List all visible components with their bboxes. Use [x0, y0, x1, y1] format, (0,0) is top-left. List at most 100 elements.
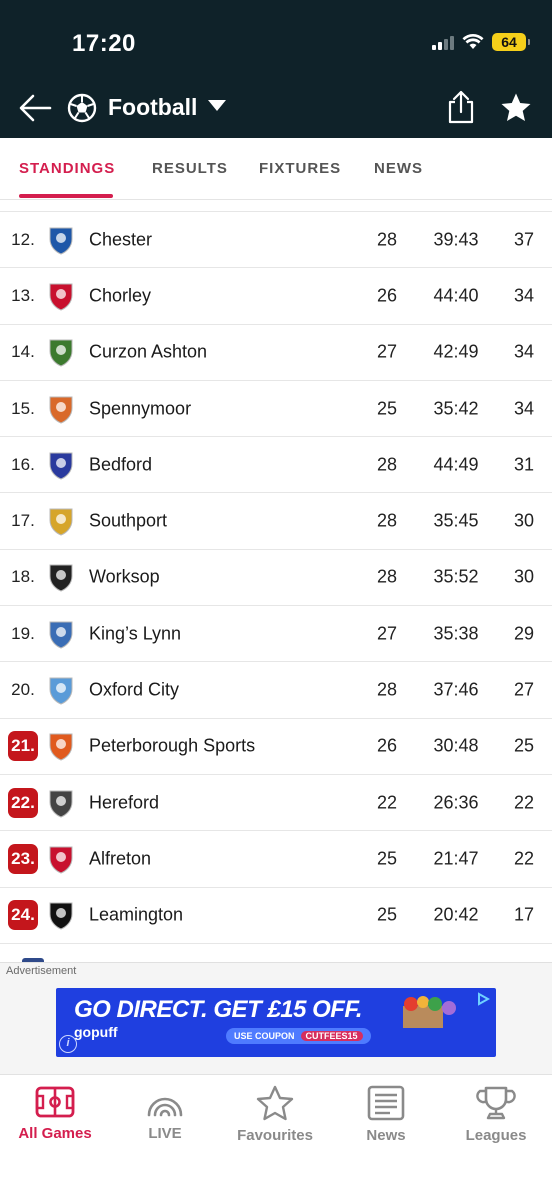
- wifi-icon: [462, 34, 484, 49]
- table-row[interactable]: 15. Spennymoor 25 35:42 34: [0, 380, 552, 438]
- points: 31: [513, 454, 535, 475]
- tab-standings[interactable]: STANDINGS: [19, 160, 115, 177]
- nav-favourites[interactable]: Favourites: [220, 1085, 330, 1144]
- nav-row: Football: [0, 84, 552, 132]
- section-tabs: STANDINGS RESULTS FIXTURES NEWS: [0, 138, 552, 200]
- favourite-star-icon[interactable]: [500, 92, 532, 124]
- team-name: Southport: [89, 510, 168, 531]
- position-number: 17.: [11, 511, 35, 531]
- position-number: 14.: [11, 342, 35, 362]
- table-row[interactable]: 17. Southport 28 35:45 30: [0, 493, 552, 550]
- team-crest-icon: [49, 790, 73, 818]
- status-indicators: 64: [432, 33, 530, 51]
- goal-ratio: 44:49: [433, 454, 479, 475]
- position-number: 24.: [8, 900, 38, 931]
- goal-ratio: 21:47: [433, 848, 479, 869]
- matches-played: 25: [376, 848, 398, 869]
- live-icon: [147, 1097, 183, 1117]
- table-row[interactable]: 13. Chorley 26 44:40 34: [0, 268, 552, 325]
- team-name: Curzon Ashton: [89, 341, 208, 362]
- battery-indicator: 64: [492, 33, 530, 51]
- table-row[interactable]: 21. Peterborough Sports 26 30:48 25: [0, 718, 552, 775]
- team-crest-icon: [49, 621, 73, 649]
- nav-all-games[interactable]: All Games: [0, 1085, 110, 1142]
- adchoices-icon[interactable]: [476, 992, 490, 1006]
- goal-ratio: 42:49: [433, 341, 479, 362]
- table-row[interactable]: 24. Leamington 25 20:42 17: [0, 887, 552, 944]
- team-crest-icon: [49, 227, 73, 255]
- goal-ratio: 44:40: [433, 285, 479, 306]
- team-name: Oxford City: [89, 679, 180, 700]
- points: 29: [513, 623, 535, 644]
- team-name: Chester: [89, 229, 153, 250]
- points: 27: [513, 679, 535, 700]
- team-crest-icon: [49, 902, 73, 930]
- table-row[interactable]: 16. Bedford 28 44:49 31: [0, 437, 552, 494]
- goal-ratio: 35:45: [433, 510, 479, 531]
- team-name: Spennymoor: [89, 398, 192, 419]
- share-icon[interactable]: [446, 90, 476, 124]
- grocery-bag-icon: [403, 996, 456, 1028]
- cellular-signal-icon: [432, 34, 454, 50]
- star-icon: [256, 1085, 294, 1121]
- points: 37: [513, 229, 535, 250]
- ad-headline: GO DIRECT. GET £15 OFF.: [74, 996, 363, 1023]
- goal-ratio: 37:46: [433, 679, 479, 700]
- table-row[interactable]: 19. King’s Lynn 27 35:38 29: [0, 606, 552, 663]
- table-row[interactable]: 22. Hereford 22 26:36 22: [0, 774, 552, 832]
- tab-news[interactable]: NEWS: [374, 160, 423, 177]
- points: 34: [513, 285, 535, 306]
- matches-played: 28: [376, 566, 398, 587]
- points: 34: [513, 398, 535, 419]
- nav-label-live: LIVE: [148, 1125, 182, 1142]
- points: 30: [513, 566, 535, 587]
- nav-leagues[interactable]: Leagues: [441, 1085, 551, 1144]
- team-name: Bedford: [89, 454, 153, 475]
- position-number: 13.: [11, 285, 35, 305]
- team-name: Alfreton: [89, 848, 152, 869]
- team-name: Leamington: [89, 904, 184, 925]
- position-number: 15.: [11, 398, 35, 418]
- chevron-down-icon[interactable]: [208, 100, 226, 111]
- table-row[interactable]: 23. Alfreton 25 21:47 22: [0, 831, 552, 888]
- ad-brand: gopuff: [74, 1024, 118, 1040]
- points: 30: [513, 510, 535, 531]
- tab-results[interactable]: RESULTS: [152, 160, 228, 177]
- matches-played: 28: [376, 510, 398, 531]
- app-header: 17:20 64 Football: [0, 0, 552, 138]
- matches-played: 25: [376, 398, 398, 419]
- table-row[interactable]: 20. Oxford City 28 37:46 27: [0, 662, 552, 719]
- advertisement-label: Advertisement: [6, 965, 77, 977]
- tab-fixtures[interactable]: FIXTURES: [259, 160, 341, 177]
- standings-table: 12. Chester 28 39:43 37 13. Chorley 26 44:40 34 14…: [0, 211, 552, 944]
- team-crest-icon: [49, 396, 73, 424]
- team-name: Chorley: [89, 285, 152, 306]
- team-name: Peterborough Sports: [89, 735, 256, 756]
- partial-table-row: [0, 944, 552, 966]
- table-row[interactable]: 18. Worksop 28 35:52 30: [0, 549, 552, 607]
- team-crest-icon: [49, 339, 73, 367]
- ad-coupon-label: USE COUPON: [234, 1031, 295, 1041]
- table-row[interactable]: 12. Chester 28 39:43 37: [0, 212, 552, 269]
- ad-banner[interactable]: GO DIRECT. GET £15 OFF. gopuff USE COUPO…: [56, 988, 496, 1057]
- football-icon: [67, 93, 97, 123]
- nav-label-favourites: Favourites: [237, 1127, 313, 1144]
- points: 22: [513, 848, 535, 869]
- team-crest-icon: [49, 846, 73, 874]
- goal-ratio: 20:42: [433, 904, 479, 925]
- ad-info-icon[interactable]: i: [59, 1035, 77, 1053]
- nav-live[interactable]: LIVE: [110, 1085, 220, 1142]
- position-number: 22.: [8, 787, 38, 818]
- nav-label-news: News: [366, 1127, 406, 1144]
- goal-ratio: 26:36: [433, 792, 479, 813]
- matches-played: 28: [376, 454, 398, 475]
- matches-played: 22: [376, 792, 398, 813]
- goal-ratio: 35:42: [433, 398, 479, 419]
- position-number: 23.: [8, 843, 38, 874]
- sport-title[interactable]: Football: [108, 94, 197, 121]
- back-arrow-icon[interactable]: [18, 92, 52, 124]
- matches-played: 26: [376, 285, 398, 306]
- table-row[interactable]: 14. Curzon Ashton 27 42:49 34: [0, 324, 552, 381]
- goal-ratio: 30:48: [433, 735, 479, 756]
- nav-news[interactable]: News: [331, 1085, 441, 1144]
